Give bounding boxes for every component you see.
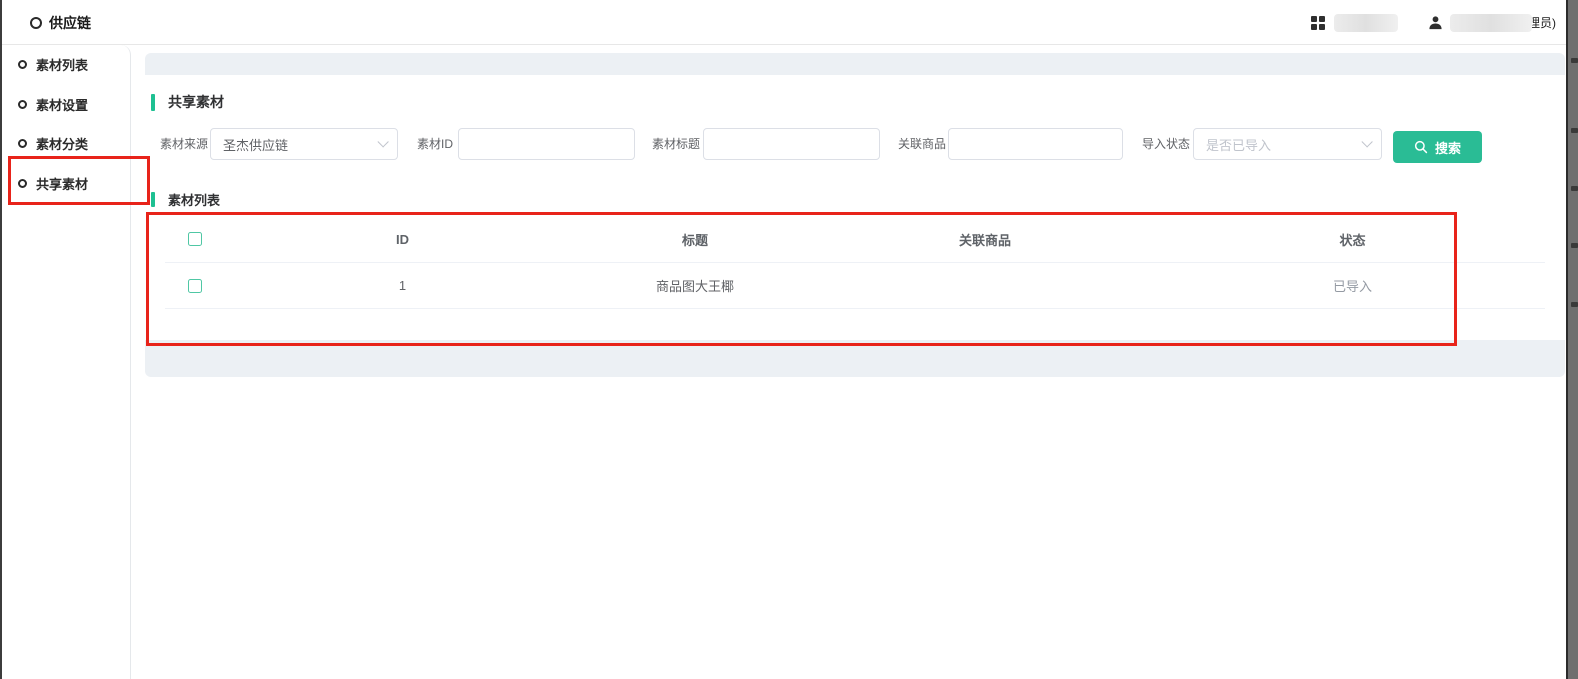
circle-bullet-icon [18,100,27,109]
material-list-section-header: 素材列表 [151,190,220,209]
adjacent-window-sliver [1566,0,1578,679]
search-icon [1414,140,1428,154]
topbar-right: 管理员) [1311,0,1556,45]
table-row: 1 商品图大王椰 已导入 [165,263,1545,309]
app-brand: 供应链 [30,0,91,45]
sidebar-item-shared-material[interactable]: 共享素材 [0,164,130,204]
material-source-select[interactable]: 圣杰供应链 [210,128,398,160]
screen-left-border [0,0,2,679]
column-header-status: 状态 [1160,230,1545,249]
filter-label-related-product: 关联商品 [898,128,946,160]
sidebar-item-material-list[interactable]: 素材列表 [0,45,130,85]
chevron-down-icon [377,136,388,147]
filter-bar: 素材来源 圣杰供应链 素材ID 素材标题 关联商品 导入状态 是否已导入 搜索 [0,128,1578,162]
app-title: 供应链 [49,13,91,33]
circle-bullet-icon [18,139,27,148]
shared-material-section-header: 共享素材 [151,92,224,112]
column-header-id: ID [225,232,580,247]
import-status-select[interactable]: 是否已导入 [1193,128,1382,160]
filter-label-import-status: 导入状态 [1142,128,1190,160]
accent-bar [151,192,155,207]
row-checkbox[interactable] [188,279,202,293]
user-avatar-icon[interactable] [1428,15,1443,30]
redacted-workspace-name [1334,14,1398,32]
column-header-title: 标题 [580,230,810,249]
filter-label-source: 素材来源 [160,128,208,160]
related-product-input[interactable] [948,128,1123,160]
sidebar-item-material-settings[interactable]: 素材设置 [0,85,130,125]
material-title-input[interactable] [703,128,880,160]
material-table: ID 标题 关联商品 状态 1 商品图大王椰 已导入 [165,216,1545,309]
topbar: 供应链 管理员) [0,0,1578,45]
cell-id: 1 [225,278,580,293]
accent-bar [151,94,155,111]
cell-status: 已导入 [1160,276,1545,295]
table-header-row: ID 标题 关联商品 状态 [165,216,1545,263]
chevron-down-icon [1361,136,1372,147]
column-header-related-product: 关联商品 [810,230,1160,249]
material-id-input[interactable] [458,128,635,160]
redacted-username [1450,14,1532,32]
sidebar-item-material-category[interactable]: 素材分类 [0,124,130,164]
apps-grid-icon[interactable] [1311,16,1325,30]
cell-title: 商品图大王椰 [580,276,810,295]
select-all-checkbox[interactable] [188,232,202,246]
app-logo-icon [30,17,42,29]
circle-bullet-icon [18,60,27,69]
filter-label-material-id: 素材ID [417,128,453,160]
sidebar: 素材列表 素材设置 素材分类 共享素材 [0,45,131,679]
circle-bullet-icon [18,179,27,188]
search-button[interactable]: 搜索 [1393,131,1482,163]
filter-label-material-title: 素材标题 [652,128,700,160]
